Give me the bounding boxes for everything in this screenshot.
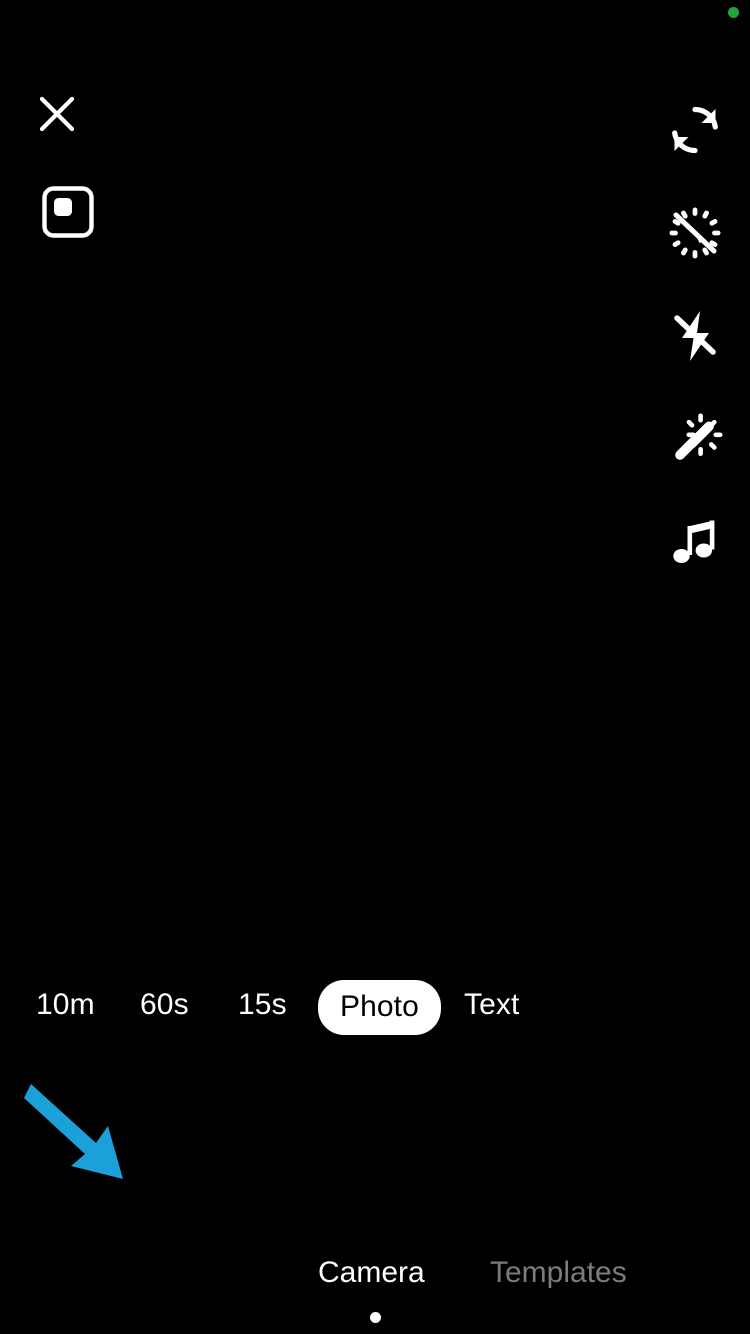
active-tab-indicator-dot bbox=[370, 1312, 381, 1323]
mode-text[interactable]: Text bbox=[464, 990, 519, 1020]
timer-button[interactable] bbox=[654, 181, 736, 284]
music-note-icon bbox=[673, 520, 715, 563]
magic-wand-icon bbox=[675, 413, 723, 460]
capture-mode-selector: 10m 60s 15s Photo Text bbox=[0, 978, 750, 1035]
mode-10m[interactable]: 10m bbox=[36, 990, 95, 1020]
aspect-ratio-button[interactable] bbox=[38, 182, 98, 242]
mode-60s[interactable]: 60s bbox=[140, 990, 189, 1020]
close-button[interactable] bbox=[33, 90, 81, 138]
recording-indicator-dot bbox=[728, 7, 739, 18]
flip-camera-icon bbox=[672, 106, 718, 153]
aspect-ratio-icon bbox=[42, 186, 94, 238]
flash-button[interactable] bbox=[654, 284, 736, 387]
close-icon bbox=[39, 96, 75, 132]
mode-photo[interactable]: Photo bbox=[318, 980, 441, 1035]
flip-camera-button[interactable] bbox=[654, 78, 736, 181]
camera-screen: 10m 60s 15s Photo Text Camera Templates bbox=[0, 0, 750, 1334]
music-button[interactable] bbox=[654, 490, 736, 593]
camera-action-bar: Effects bbox=[0, 1085, 750, 1235]
beautify-button[interactable] bbox=[654, 387, 736, 490]
mode-15s[interactable]: 15s bbox=[238, 990, 287, 1020]
tab-templates[interactable]: Templates bbox=[490, 1258, 627, 1288]
camera-controls-rail bbox=[654, 78, 736, 593]
flash-off-icon bbox=[674, 310, 716, 361]
timer-off-icon bbox=[669, 207, 721, 258]
tab-camera[interactable]: Camera bbox=[318, 1258, 425, 1288]
